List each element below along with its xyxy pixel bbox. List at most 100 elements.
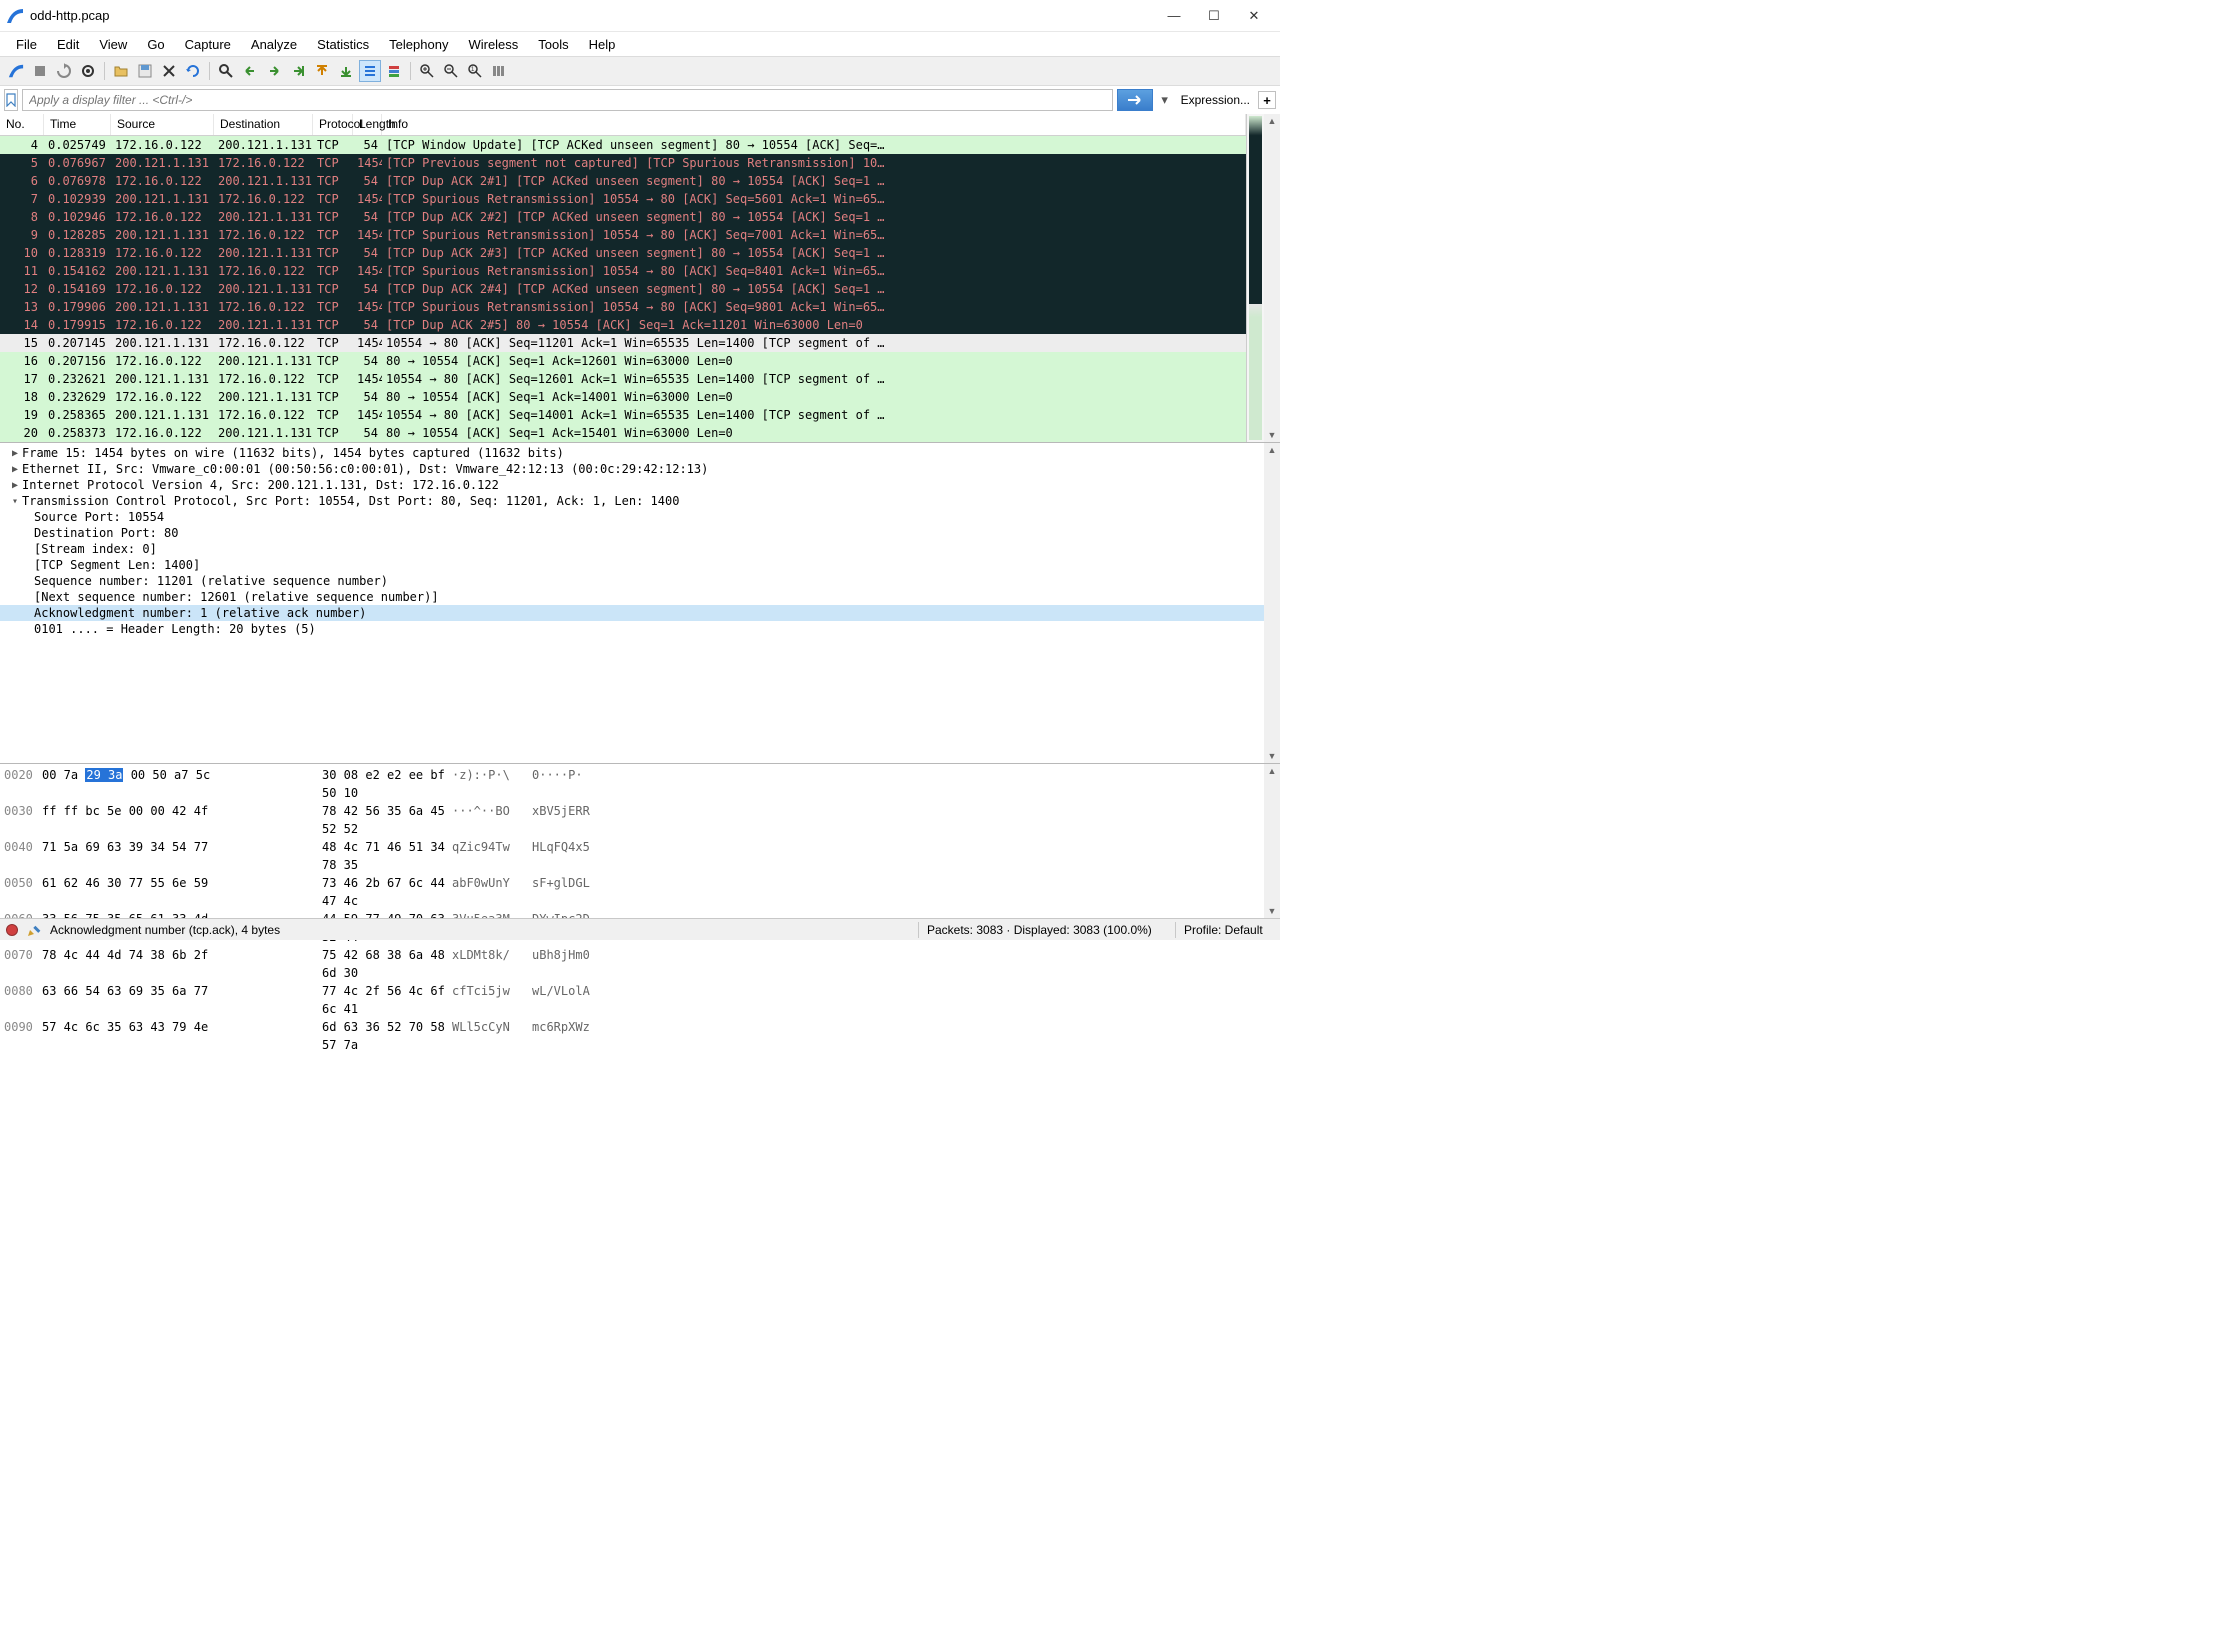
go-back-icon[interactable] [239, 60, 261, 82]
hex-line[interactable]: 002000 7a 29 3a 00 50 a7 5c 30 08 e2 e2 … [4, 766, 1260, 802]
detail-line[interactable]: 0101 .... = Header Length: 20 bytes (5) [0, 621, 1264, 637]
display-filter-input[interactable] [22, 89, 1113, 111]
packet-row[interactable]: 120.154169172.16.0.122200.121.1.131TCP54… [0, 280, 1246, 298]
column-no[interactable]: No. [0, 114, 44, 135]
packet-row[interactable]: 200.258373172.16.0.122200.121.1.131TCP54… [0, 424, 1246, 442]
packet-row[interactable]: 50.076967200.121.1.131172.16.0.122TCP145… [0, 154, 1246, 172]
packet-row[interactable]: 130.179906200.121.1.131172.16.0.122TCP14… [0, 298, 1246, 316]
packet-row[interactable]: 150.207145200.121.1.131172.16.0.122TCP14… [0, 334, 1246, 352]
column-info[interactable]: Info [382, 114, 1246, 135]
close-file-icon[interactable] [158, 60, 180, 82]
detail-line[interactable]: ▶Ethernet II, Src: Vmware_c0:00:01 (00:5… [0, 461, 1264, 477]
open-file-icon[interactable] [110, 60, 132, 82]
statusbar: Acknowledgment number (tcp.ack), 4 bytes… [0, 918, 1280, 940]
apply-filter-button[interactable] [1117, 89, 1153, 111]
menu-tools[interactable]: Tools [528, 34, 578, 55]
hex-line[interactable]: 005061 62 46 30 77 55 6e 59 73 46 2b 67 … [4, 874, 1260, 910]
menu-analyze[interactable]: Analyze [241, 34, 307, 55]
window-title: odd-http.pcap [30, 8, 1154, 23]
packet-bytes-panel: 002000 7a 29 3a 00 50 a7 5c 30 08 e2 e2 … [0, 763, 1280, 918]
packet-list-header[interactable]: No. Time Source Destination Protocol Len… [0, 114, 1246, 136]
packet-row[interactable]: 140.179915172.16.0.122200.121.1.131TCP54… [0, 316, 1246, 334]
status-field: Acknowledgment number (tcp.ack), 4 bytes [50, 923, 910, 937]
status-packets: Packets: 3083 · Displayed: 3083 (100.0%) [927, 923, 1167, 937]
packet-row[interactable]: 160.207156172.16.0.122200.121.1.131TCP54… [0, 352, 1246, 370]
menu-help[interactable]: Help [579, 34, 626, 55]
filter-history-dropdown[interactable]: ▾ [1157, 92, 1173, 108]
minimize-button[interactable]: — [1154, 2, 1194, 30]
column-destination[interactable]: Destination [214, 114, 313, 135]
detail-line[interactable]: ▶Frame 15: 1454 bytes on wire (11632 bit… [0, 445, 1264, 461]
autoscroll-icon[interactable] [359, 60, 381, 82]
hex-line[interactable]: 009057 4c 6c 35 63 43 79 4e 6d 63 36 52 … [4, 1018, 1260, 1054]
menu-file[interactable]: File [6, 34, 47, 55]
detail-line[interactable]: ▶Internet Protocol Version 4, Src: 200.1… [0, 477, 1264, 493]
detail-line[interactable]: Source Port: 10554 [0, 509, 1264, 525]
menu-edit[interactable]: Edit [47, 34, 89, 55]
reload-file-icon[interactable] [182, 60, 204, 82]
bytes-scrollbar[interactable]: ▲▼ [1264, 764, 1280, 918]
go-first-icon[interactable] [311, 60, 333, 82]
menu-statistics[interactable]: Statistics [307, 34, 379, 55]
menu-capture[interactable]: Capture [175, 34, 241, 55]
packet-list-scrollbar[interactable]: ▲▼ [1264, 114, 1280, 442]
packet-row[interactable]: 110.154162200.121.1.131172.16.0.122TCP14… [0, 262, 1246, 280]
edit-prefs-icon[interactable] [26, 922, 42, 938]
add-filter-button[interactable]: + [1258, 91, 1276, 109]
colorize-icon[interactable] [383, 60, 405, 82]
zoom-in-icon[interactable] [416, 60, 438, 82]
stop-capture-icon[interactable] [29, 60, 51, 82]
packet-row[interactable]: 170.232621200.121.1.131172.16.0.122TCP14… [0, 370, 1246, 388]
titlebar: odd-http.pcap — ☐ ✕ [0, 0, 1280, 32]
packet-row[interactable]: 40.025749172.16.0.122200.121.1.131TCP54[… [0, 136, 1246, 154]
status-profile[interactable]: Profile: Default [1184, 923, 1274, 937]
packet-row[interactable]: 190.258365200.121.1.131172.16.0.122TCP14… [0, 406, 1246, 424]
detail-line[interactable]: Destination Port: 80 [0, 525, 1264, 541]
packet-minimap[interactable] [1246, 114, 1264, 442]
detail-line[interactable]: [Stream index: 0] [0, 541, 1264, 557]
find-packet-icon[interactable] [215, 60, 237, 82]
column-source[interactable]: Source [111, 114, 214, 135]
hex-line[interactable]: 0030ff ff bc 5e 00 00 42 4f 78 42 56 35 … [4, 802, 1260, 838]
column-protocol[interactable]: Protocol [313, 114, 353, 135]
packet-row[interactable]: 180.232629172.16.0.122200.121.1.131TCP54… [0, 388, 1246, 406]
packet-row[interactable]: 90.128285200.121.1.131172.16.0.122TCP145… [0, 226, 1246, 244]
close-button[interactable]: ✕ [1234, 2, 1274, 30]
filter-bookmark-icon[interactable] [4, 89, 18, 111]
zoom-reset-icon[interactable]: 1 [464, 60, 486, 82]
detail-line[interactable]: [Next sequence number: 12601 (relative s… [0, 589, 1264, 605]
packet-row[interactable]: 100.128319172.16.0.122200.121.1.131TCP54… [0, 244, 1246, 262]
detail-line[interactable]: Acknowledgment number: 1 (relative ack n… [0, 605, 1264, 621]
menu-view[interactable]: View [89, 34, 137, 55]
hex-line[interactable]: 004071 5a 69 63 39 34 54 77 48 4c 71 46 … [4, 838, 1260, 874]
go-last-icon[interactable] [335, 60, 357, 82]
expert-info-icon[interactable] [6, 924, 18, 936]
details-scrollbar[interactable]: ▲▼ [1264, 443, 1280, 763]
menu-telephony[interactable]: Telephony [379, 34, 458, 55]
detail-line[interactable]: ▾Transmission Control Protocol, Src Port… [0, 493, 1264, 509]
hex-line[interactable]: 007078 4c 44 4d 74 38 6b 2f 75 42 68 38 … [4, 946, 1260, 982]
capture-options-icon[interactable] [77, 60, 99, 82]
zoom-out-icon[interactable] [440, 60, 462, 82]
go-forward-icon[interactable] [263, 60, 285, 82]
expression-button[interactable]: Expression... [1177, 93, 1254, 107]
detail-line[interactable]: [TCP Segment Len: 1400] [0, 557, 1264, 573]
detail-line[interactable]: Sequence number: 11201 (relative sequenc… [0, 573, 1264, 589]
packet-row[interactable]: 70.102939200.121.1.131172.16.0.122TCP145… [0, 190, 1246, 208]
packet-row[interactable]: 80.102946172.16.0.122200.121.1.131TCP54[… [0, 208, 1246, 226]
restart-capture-icon[interactable] [53, 60, 75, 82]
resize-columns-icon[interactable] [488, 60, 510, 82]
menu-wireless[interactable]: Wireless [458, 34, 528, 55]
menubar: File Edit View Go Capture Analyze Statis… [0, 32, 1280, 56]
menu-go[interactable]: Go [137, 34, 174, 55]
go-to-packet-icon[interactable] [287, 60, 309, 82]
column-time[interactable]: Time [44, 114, 111, 135]
save-file-icon[interactable] [134, 60, 156, 82]
packet-row[interactable]: 60.076978172.16.0.122200.121.1.131TCP54[… [0, 172, 1246, 190]
column-length[interactable]: Length [353, 114, 382, 135]
hex-line[interactable]: 008063 66 54 63 69 35 6a 77 77 4c 2f 56 … [4, 982, 1260, 1018]
maximize-button[interactable]: ☐ [1194, 2, 1234, 30]
filter-toolbar: ▾ Expression... + [0, 86, 1280, 114]
toolbar: 1 [0, 56, 1280, 86]
start-capture-icon[interactable] [5, 60, 27, 82]
